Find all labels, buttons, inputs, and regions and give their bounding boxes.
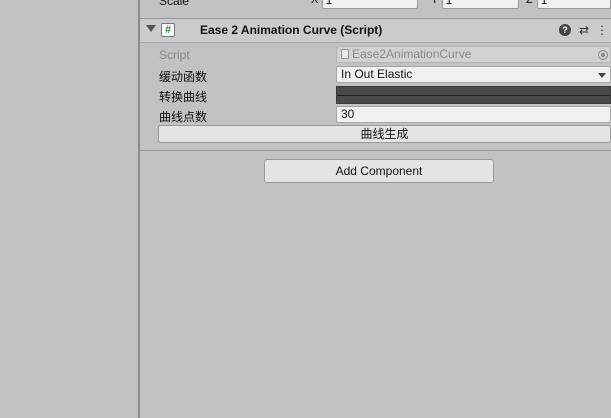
foldout-arrow-icon[interactable] bbox=[146, 25, 156, 32]
component-header[interactable]: # Ease 2 Animation Curve (Script) ? ⇄ ⋮ bbox=[140, 19, 611, 42]
context-menu-icon[interactable]: ⋮ bbox=[595, 23, 609, 37]
scale-label: Scale bbox=[159, 0, 190, 8]
presets-icon[interactable]: ⇄ bbox=[577, 23, 591, 37]
ease-function-dropdown[interactable]: In Out Elastic bbox=[336, 66, 611, 83]
point-count-label: 曲线点数 bbox=[159, 110, 208, 124]
curve-preview bbox=[337, 95, 610, 96]
script-field: Ease2AnimationCurve bbox=[336, 46, 611, 63]
inspector-panel: Scale X 1 Y 1 Z 1 # Ease 2 Animation Cur… bbox=[140, 0, 611, 418]
component-title: Ease 2 Animation Curve (Script) bbox=[200, 23, 383, 37]
script-file-icon bbox=[341, 49, 349, 59]
hierarchy-panel bbox=[0, 0, 138, 418]
scale-z-label[interactable]: Z bbox=[526, 0, 533, 6]
help-icon[interactable]: ? bbox=[559, 24, 571, 36]
add-component-button[interactable]: Add Component bbox=[264, 159, 494, 183]
object-picker-icon[interactable] bbox=[598, 50, 608, 60]
scale-x-label[interactable]: X bbox=[311, 0, 318, 6]
scale-z-field[interactable]: 1 bbox=[537, 0, 611, 9]
script-value: Ease2AnimationCurve bbox=[352, 47, 472, 61]
script-label: Script bbox=[159, 48, 190, 62]
scale-x-field[interactable]: 1 bbox=[322, 0, 418, 9]
generate-curve-button[interactable]: 曲线生成 bbox=[158, 125, 611, 143]
header-separator bbox=[140, 42, 611, 43]
component-end-separator bbox=[140, 150, 611, 151]
ease-function-value: In Out Elastic bbox=[341, 67, 413, 81]
scale-row: Scale X 1 Y 1 Z 1 bbox=[140, 0, 611, 10]
script-icon[interactable]: # bbox=[161, 23, 175, 37]
scale-y-label[interactable]: Y bbox=[431, 0, 438, 6]
point-count-field[interactable]: 30 bbox=[336, 106, 611, 123]
ease-function-label: 缓动函数 bbox=[159, 70, 208, 84]
curve-label: 转换曲线 bbox=[159, 90, 208, 104]
curve-field[interactable] bbox=[336, 86, 611, 104]
chevron-down-icon bbox=[598, 73, 606, 78]
scale-y-field[interactable]: 1 bbox=[442, 0, 519, 9]
